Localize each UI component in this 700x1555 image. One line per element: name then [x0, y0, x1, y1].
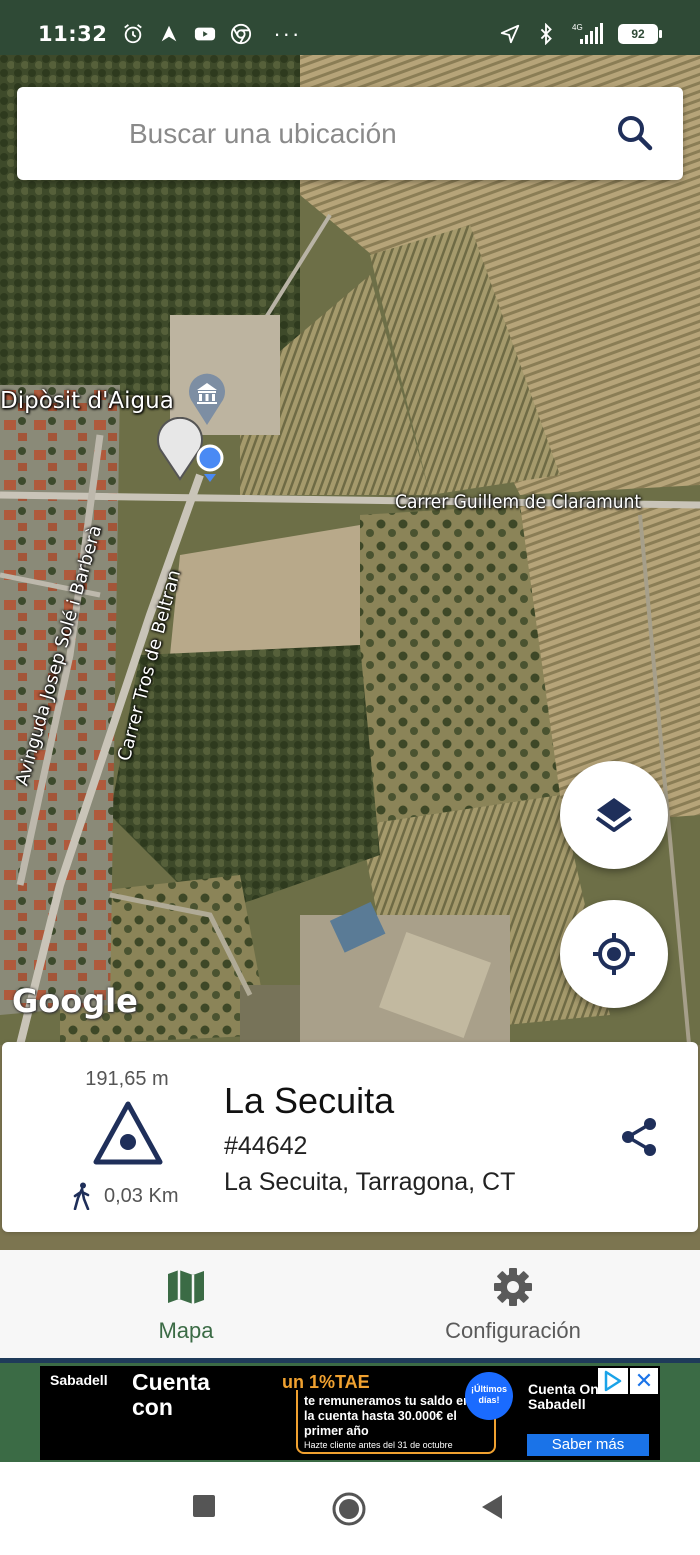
ad-cta-button[interactable]: Saber más: [527, 1434, 649, 1456]
more-notifications-indicator: ···: [273, 21, 302, 46]
search-icon[interactable]: [615, 113, 655, 153]
ad-close-icon[interactable]: ✕: [630, 1368, 658, 1394]
bottom-navigation: Mapa Configuración: [0, 1250, 700, 1360]
map-icon: [168, 1270, 204, 1304]
signal-icon: 4G: [570, 22, 606, 46]
ad-offer-text: te remuneramos tu saldo en la cuenta has…: [304, 1394, 471, 1438]
my-location-button[interactable]: [560, 900, 668, 1008]
current-position-dot-icon: [196, 444, 224, 482]
geodesic-vertex-icon: [93, 1101, 163, 1165]
gear-icon: [494, 1268, 532, 1306]
place-address: La Secuita, Tarragona, CT: [224, 1168, 516, 1196]
youtube-icon: [193, 22, 217, 46]
walking-icon: [73, 1182, 90, 1210]
system-icons: 4G 92: [498, 22, 662, 46]
nav-label-settings: Configuración: [445, 1318, 581, 1343]
ad-brand: Sabadell: [50, 1372, 108, 1388]
elevation-value: 191,65 m: [85, 1068, 169, 1090]
ad-banner[interactable]: Sabadell Cuenta con un 1%TAE te remunera…: [40, 1366, 660, 1460]
google-attribution: Google: [12, 982, 138, 1020]
search-input[interactable]: [129, 103, 683, 164]
street-label-guillem: Carrer Guillem de Claramunt: [395, 491, 642, 513]
place-title: La Secuita: [224, 1080, 395, 1121]
nav-item-map[interactable]: Mapa: [106, 1250, 266, 1360]
system-navigation-bar: [0, 1462, 700, 1555]
map-layers-button[interactable]: [560, 761, 668, 869]
ad-fineprint: Hazte cliente antes del 31 de octubre: [304, 1440, 453, 1450]
share-icon[interactable]: [618, 1116, 660, 1158]
ad-headline: Cuenta con: [132, 1369, 210, 1420]
layers-icon: [595, 798, 633, 832]
nav-item-settings[interactable]: Configuración: [408, 1250, 618, 1360]
search-bar[interactable]: [17, 87, 683, 180]
battery-level: 92: [618, 24, 658, 44]
network-type-label: 4G: [572, 23, 583, 32]
notification-icons: ···: [121, 21, 301, 47]
app-screen: 11:32 ··· 4G 92 Dipòsit d'Aigua Carrer G…: [0, 0, 700, 1555]
back-icon[interactable]: [480, 1494, 504, 1520]
status-time: 11:32: [38, 22, 108, 46]
poi-label[interactable]: Dipòsit d'Aigua: [0, 388, 174, 414]
location-arrow-icon: [498, 22, 522, 46]
my-location-icon: [593, 933, 635, 975]
navigation-app-icon: [157, 22, 181, 46]
ad-badge: ¡Últimos días!: [465, 1372, 513, 1420]
chrome-icon: [229, 22, 253, 46]
battery-icon: 92: [618, 24, 662, 44]
bluetooth-icon: [534, 22, 558, 46]
home-icon[interactable]: [331, 1491, 367, 1527]
nav-label-map: Mapa: [158, 1318, 214, 1343]
ad-strip: Sabadell Cuenta con un 1%TAE te remunera…: [0, 1363, 700, 1462]
alarm-icon: [121, 22, 145, 46]
place-info-card[interactable]: 191,65 m 0,03 Km La Secuita #44642 La Se…: [2, 1042, 698, 1232]
place-id: #44642: [224, 1132, 308, 1160]
recent-apps-icon[interactable]: [192, 1494, 216, 1518]
ad-choices-icon[interactable]: [598, 1368, 628, 1394]
walking-distance: 0,03 Km: [104, 1185, 179, 1207]
